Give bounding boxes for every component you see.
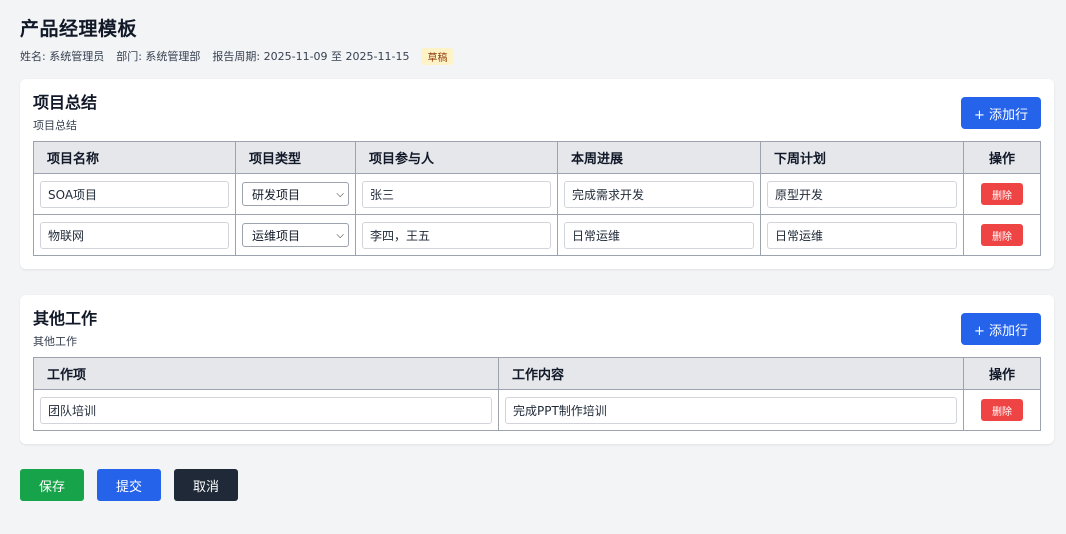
meta-name: 姓名: 系统管理员	[20, 50, 105, 63]
col-header-work-content: 工作内容	[498, 357, 964, 390]
table-row: 团队培训 完成PPT制作培训 删除	[33, 389, 1041, 431]
table-row: 物联网 运维项目 ⌵ 李四，王五 日常运维 日常运维 删除	[33, 214, 1041, 256]
weekly-progress-input[interactable]: 日常运维	[564, 221, 754, 249]
other-work-subtitle: 其他工作	[33, 335, 77, 348]
table-row: SOA项目 研发项目 ⌵ 张三 完成需求开发 原型开发 删除	[33, 173, 1041, 215]
col-header-weekly-progress: 本周进展	[557, 141, 761, 174]
project-table: 项目名称 项目类型 项目参与人 本周进展 下周计划 操作 SOA项目 研发项目 ⌵…	[33, 141, 1041, 256]
col-header-work-item: 工作项	[33, 357, 499, 390]
project-summary-card: 项目总结 项目总结 + 添加行 项目名称 项目类型 项目参与人 本周进展 下周计…	[20, 79, 1054, 269]
chevron-down-icon: ⌵	[336, 229, 344, 241]
delete-row-button[interactable]: 删除	[981, 399, 1023, 421]
col-header-project-name: 项目名称	[33, 141, 236, 174]
status-badge: 草稿	[421, 47, 454, 65]
work-content-input[interactable]: 完成PPT制作培训	[505, 396, 957, 424]
project-name-input[interactable]: SOA项目	[40, 180, 229, 208]
next-week-plan-input[interactable]: 原型开发	[767, 180, 957, 208]
save-button[interactable]: 保存	[20, 469, 84, 501]
chevron-down-icon: ⌵	[336, 188, 344, 200]
delete-row-button[interactable]: 删除	[981, 183, 1023, 205]
submit-button[interactable]: 提交	[97, 469, 161, 501]
project-members-input[interactable]: 张三	[362, 180, 551, 208]
project-type-select[interactable]: 研发项目 ⌵	[242, 182, 349, 206]
weekly-progress-input[interactable]: 完成需求开发	[564, 180, 754, 208]
project-name-input[interactable]: 物联网	[40, 221, 229, 249]
col-header-actions: 操作	[963, 141, 1041, 174]
col-header-next-week-plan: 下周计划	[760, 141, 964, 174]
page-title: 产品经理模板	[20, 18, 138, 40]
cancel-button[interactable]: 取消	[174, 469, 238, 501]
work-item-input[interactable]: 团队培训	[40, 396, 492, 424]
table-header-row: 工作项 工作内容 操作	[33, 357, 1041, 390]
col-header-actions: 操作	[963, 357, 1041, 390]
other-work-card: 其他工作 其他工作 + 添加行 工作项 工作内容 操作 团队培训 完成PPT制作…	[20, 295, 1054, 444]
project-type-select[interactable]: 运维项目 ⌵	[242, 223, 349, 247]
meta-period: 报告周期: 2025-11-09 至 2025-11-15	[212, 50, 410, 63]
add-project-row-button[interactable]: + 添加行	[960, 97, 1041, 129]
next-week-plan-input[interactable]: 日常运维	[767, 221, 957, 249]
report-meta: 姓名: 系统管理员 部门: 系统管理部 报告周期: 2025-11-09 至 2…	[20, 47, 1054, 65]
project-summary-title: 项目总结	[33, 93, 98, 112]
delete-row-button[interactable]: 删除	[981, 224, 1023, 246]
form-actions: 保存 提交 取消	[20, 469, 1054, 501]
col-header-project-members: 项目参与人	[355, 141, 558, 174]
table-header-row: 项目名称 项目类型 项目参与人 本周进展 下周计划 操作	[33, 141, 1041, 174]
col-header-project-type: 项目类型	[235, 141, 356, 174]
add-other-row-button[interactable]: + 添加行	[960, 313, 1041, 345]
project-type-value: 运维项目	[252, 228, 301, 243]
other-work-title: 其他工作	[33, 309, 98, 328]
meta-dept: 部门: 系统管理部	[116, 50, 201, 63]
project-members-input[interactable]: 李四，王五	[362, 221, 551, 249]
project-summary-subtitle: 项目总结	[33, 119, 77, 132]
project-type-value: 研发项目	[252, 187, 301, 202]
other-work-table: 工作项 工作内容 操作 团队培训 完成PPT制作培训 删除	[33, 357, 1041, 431]
page: 产品经理模板 姓名: 系统管理员 部门: 系统管理部 报告周期: 2025-11…	[0, 0, 1066, 501]
